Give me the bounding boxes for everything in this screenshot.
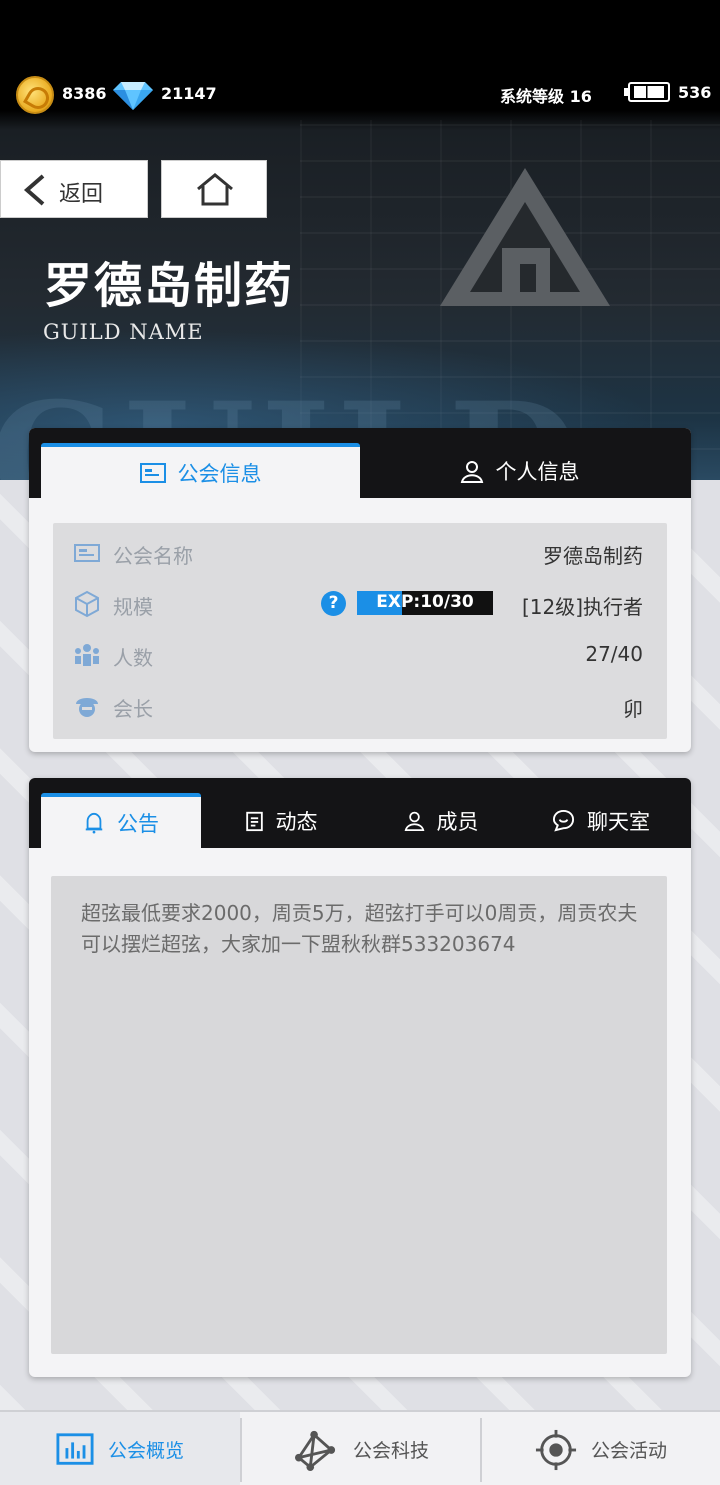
network-icon — [294, 1430, 336, 1471]
announcement-text: 超弦最低要求2000，周贡5万，超弦打手可以0周贡，周贡农夫可以摆烂超弦，大家加… — [81, 901, 638, 956]
back-button[interactable]: 返回 — [0, 160, 148, 218]
announcement-tabbar: 公告 动态 成员 聊天室 — [29, 778, 691, 848]
target-icon — [535, 1429, 577, 1470]
info-key-members: 人数 — [113, 646, 153, 670]
coin-icon — [16, 76, 54, 114]
tab-announcement[interactable]: 公告 — [41, 793, 201, 848]
info-value-members: 27/40 — [585, 642, 643, 666]
info-value-name: 罗德岛制药 — [543, 544, 643, 568]
exp-progress-bar: EXP:10/30 — [357, 591, 493, 615]
info-row-leader: 会长 卯 — [53, 686, 667, 726]
bottom-nav-events-label: 公会活动 — [590, 1440, 667, 1462]
leader-icon — [76, 698, 98, 717]
bottom-nav-tech-label: 公会科技 — [352, 1440, 429, 1462]
home-button[interactable] — [161, 160, 267, 218]
member-icon — [404, 811, 424, 831]
name-card-icon — [74, 544, 100, 562]
home-icon — [197, 173, 233, 206]
energy-battery-icon — [624, 82, 670, 102]
help-icon[interactable]: ? — [321, 591, 346, 616]
status-bar: 8386 21147 系统等级 16 536 — [0, 72, 720, 116]
guild-info-box: 公会名称 罗德岛制药 规模 ? EXP:10/30 [12级]执行者 人数 27… — [53, 523, 667, 739]
tab-personal-info[interactable]: 个人信息 — [360, 443, 679, 498]
energy-count: 536 — [678, 83, 712, 102]
bottom-nav: 公会概览 公会科技 公会活动 — [0, 1410, 720, 1485]
info-row-members: 人数 27/40 — [53, 635, 667, 675]
guild-info-panel: 公会信息 个人信息 公会名称 罗德岛制药 规模 ? EXP:10/30 [12级… — [29, 428, 691, 752]
bottom-nav-overview-label: 公会概览 — [107, 1440, 184, 1462]
tab-chatroom-label: 聊天室 — [587, 809, 650, 834]
chat-icon — [552, 809, 575, 832]
members-icon — [75, 644, 99, 666]
tab-members-label: 成员 — [436, 809, 479, 834]
cube-icon — [75, 590, 99, 618]
info-row-name: 公会名称 罗德岛制药 — [53, 533, 667, 573]
tab-activity-label: 动态 — [275, 809, 318, 834]
chart-icon — [56, 1432, 94, 1465]
tab-announcement-label: 公告 — [117, 811, 159, 836]
bottom-nav-overview[interactable]: 公会概览 — [0, 1412, 240, 1485]
chevron-left-icon — [23, 174, 45, 206]
tab-guild-info[interactable]: 公会信息 — [41, 443, 360, 498]
guild-emblem-icon — [440, 168, 610, 306]
info-row-scale: 规模 ? EXP:10/30 [12级]执行者 — [53, 584, 667, 624]
tab-guild-info-label: 公会信息 — [177, 461, 262, 486]
guild-subtitle: GUILD NAME — [43, 320, 204, 344]
diamond-icon — [113, 82, 153, 110]
guild-rank: [12级]执行者 — [521, 595, 643, 619]
announcement-box: 超弦最低要求2000，周贡5万，超弦打手可以0周贡，周贡农夫可以摆烂超弦，大家加… — [51, 876, 667, 1354]
clipboard-icon — [245, 811, 263, 831]
tab-chatroom[interactable]: 聊天室 — [521, 793, 681, 848]
info-value-leader: 卯 — [623, 697, 643, 721]
tab-activity[interactable]: 动态 — [201, 793, 361, 848]
info-key-name: 公会名称 — [113, 544, 193, 568]
exp-text: EXP:10/30 — [376, 592, 474, 612]
bottom-nav-events[interactable]: 公会活动 — [482, 1412, 720, 1485]
info-key-leader: 会长 — [113, 697, 153, 721]
bottom-nav-tech[interactable]: 公会科技 — [242, 1412, 480, 1485]
person-icon — [460, 460, 483, 483]
info-key-scale: 规模 — [113, 595, 153, 619]
announcement-panel: 公告 动态 成员 聊天室 超弦最低要求2000，周贡5万，超弦打手可以0周贡，周… — [29, 778, 691, 1377]
system-level: 系统等级 16 — [500, 87, 592, 106]
back-button-label: 返回 — [59, 182, 104, 207]
coin-count: 8386 — [62, 84, 107, 103]
tab-personal-info-label: 个人信息 — [495, 459, 580, 484]
bell-icon — [85, 812, 103, 834]
id-card-icon — [139, 462, 166, 483]
info-tabbar: 公会信息 个人信息 — [29, 428, 691, 498]
gem-count: 21147 — [161, 84, 217, 103]
tab-members[interactable]: 成员 — [361, 793, 521, 848]
guild-title: 罗德岛制药 — [44, 258, 295, 314]
